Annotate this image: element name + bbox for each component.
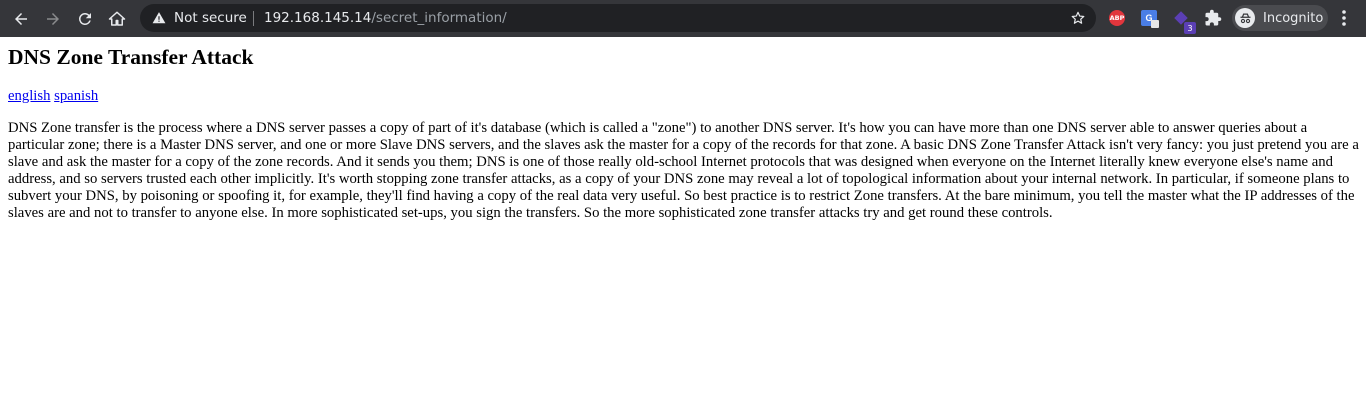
translate-icon: G <box>1141 10 1159 28</box>
url-text[interactable]: 192.168.145.14/secret_information/ <box>264 10 507 26</box>
puzzle-icon <box>1205 9 1222 26</box>
warning-icon[interactable] <box>152 11 166 25</box>
bookmark-star-icon[interactable] <box>1070 10 1086 26</box>
reload-button[interactable] <box>72 6 98 32</box>
browser-toolbar: Not secure 192.168.145.14/secret_informa… <box>0 0 1366 37</box>
page-title: DNS Zone Transfer Attack <box>8 45 254 69</box>
reload-icon <box>78 12 91 25</box>
incognito-profile-button[interactable]: Incognito <box>1232 5 1328 31</box>
address-bar[interactable]: Not secure 192.168.145.14/secret_informa… <box>140 4 1096 32</box>
url-path: /secret_information/ <box>371 10 507 26</box>
extensions-button[interactable] <box>1204 9 1222 27</box>
security-label[interactable]: Not secure <box>174 10 247 26</box>
home-button[interactable] <box>104 6 130 32</box>
forward-button[interactable] <box>40 6 66 32</box>
url-host: 192.168.145.14 <box>264 10 372 26</box>
adblock-icon: ABP <box>1109 10 1125 26</box>
kebab-menu-icon[interactable] <box>1336 8 1352 28</box>
omnibox-divider <box>253 11 254 26</box>
spanish-link[interactable]: spanish <box>54 88 98 104</box>
language-links: english spanish <box>8 88 98 105</box>
home-icon <box>108 11 126 26</box>
adblock-extension-button[interactable]: ABP <box>1108 9 1126 27</box>
back-button[interactable] <box>8 6 34 32</box>
incognito-icon <box>1235 8 1255 28</box>
purple-extension-button[interactable]: 3 <box>1172 9 1196 34</box>
translate-extension-button[interactable]: G <box>1140 9 1159 28</box>
forward-arrow-icon <box>47 13 59 25</box>
body-paragraph: DNS Zone transfer is the process where a… <box>8 120 1359 221</box>
incognito-label: Incognito <box>1263 10 1324 26</box>
extension-badge: 3 <box>1184 22 1196 34</box>
english-link[interactable]: english <box>8 88 50 104</box>
back-arrow-icon <box>15 13 27 25</box>
